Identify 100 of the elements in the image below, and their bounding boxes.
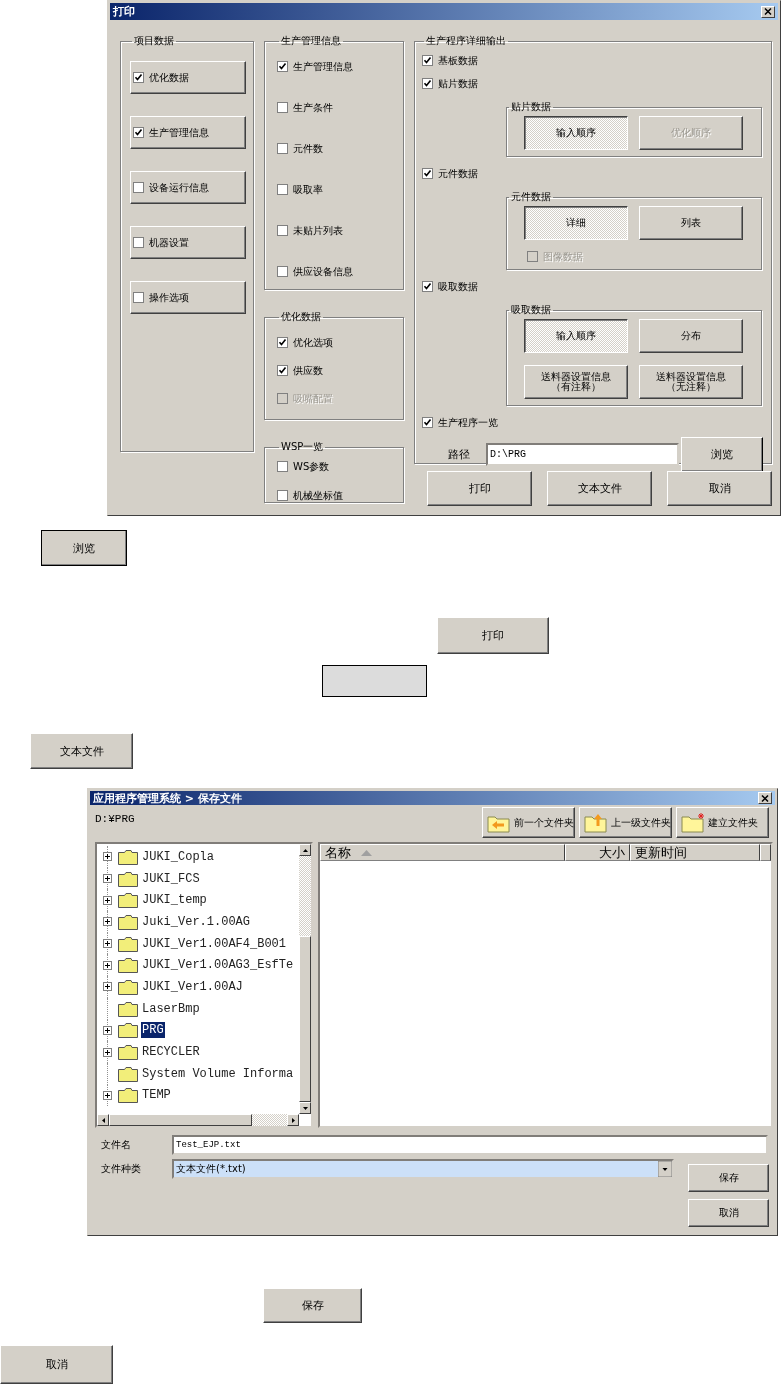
tree-item[interactable]: JUKI_Copla [141, 848, 215, 865]
expand-icon[interactable] [103, 1090, 112, 1100]
button[interactable]: 文本文件 [30, 733, 133, 769]
toggle-button[interactable]: 送料器设置信息（无注释） [639, 365, 743, 399]
toolbar-button[interactable]: 建立文件夹 [676, 807, 769, 838]
dialog-button[interactable]: 保存 [688, 1164, 769, 1192]
option-button[interactable]: 操作选项 [130, 281, 246, 314]
button[interactable]: 取消 [0, 1345, 113, 1384]
checkbox-label[interactable]: 基板数据 [438, 53, 478, 68]
dialog-button[interactable]: 文本文件 [547, 471, 652, 506]
checkbox-label[interactable]: 生产管理信息 [293, 59, 353, 74]
path-field[interactable]: D:\PRG [486, 443, 679, 466]
expand-icon[interactable] [103, 917, 112, 927]
scroll-down-icon[interactable] [302, 1106, 308, 1110]
checkbox-label[interactable]: 生产程序一览 [438, 415, 498, 430]
option-button[interactable]: 设备运行信息 [130, 171, 246, 204]
tree-item[interactable]: LaserBmp [141, 1000, 201, 1017]
scroll-up-icon[interactable] [302, 848, 308, 852]
tree-item[interactable]: RECYCLER [141, 1044, 201, 1061]
expand-icon[interactable] [103, 939, 112, 949]
checkbox[interactable] [422, 281, 433, 292]
column-header[interactable]: 更新时间 [630, 844, 760, 861]
checkbox-label[interactable]: WS参数 [293, 459, 330, 474]
file-name-field[interactable]: Test_EJP.txt [172, 1135, 768, 1155]
toggle-button[interactable]: 列表 [639, 206, 743, 240]
column-header[interactable]: 大小 [565, 844, 630, 861]
scroll-left-icon[interactable] [101, 1117, 105, 1123]
checkbox[interactable] [133, 72, 144, 83]
toggle-button[interactable]: 分布 [639, 319, 743, 353]
expand-icon[interactable] [103, 874, 112, 884]
tree-item[interactable]: JUKI_Ver1.00AG3_EsfTe [141, 957, 295, 974]
file-type-dropdown[interactable]: 文本文件(*.txt) [172, 1159, 674, 1179]
checkbox[interactable] [277, 61, 288, 72]
dialog-button[interactable]: 打印 [427, 471, 532, 506]
column-header[interactable]: 名称 [320, 844, 565, 861]
scrollbar[interactable] [299, 844, 311, 1114]
expand-icon[interactable] [103, 1025, 112, 1035]
checkbox-label[interactable]: 吸取数据 [438, 279, 478, 294]
dialog-button[interactable]: 取消 [667, 471, 772, 506]
toggle-button[interactable]: 送料器设置信息（有注释） [524, 365, 628, 399]
close-button[interactable] [758, 792, 772, 804]
tree-item[interactable]: JUKI_temp [141, 892, 208, 909]
checkbox[interactable] [422, 78, 433, 89]
checkbox[interactable] [277, 102, 288, 113]
expand-icon[interactable] [103, 1047, 112, 1057]
button[interactable]: 打印 [437, 617, 549, 654]
checkbox[interactable] [133, 182, 144, 193]
checkbox[interactable] [277, 461, 288, 472]
toggle-button[interactable]: 详细 [524, 206, 628, 240]
expand-icon[interactable] [103, 852, 112, 862]
checkbox[interactable] [277, 143, 288, 154]
option-button[interactable]: 机器设置 [130, 226, 246, 259]
column-header[interactable] [760, 844, 771, 861]
checkbox[interactable] [277, 184, 288, 195]
expand-icon[interactable] [103, 982, 112, 992]
checkbox[interactable] [422, 55, 433, 66]
scroll-right-icon[interactable] [291, 1117, 295, 1123]
toolbar-button[interactable]: 上一级文件夹 [579, 807, 672, 838]
checkbox[interactable] [133, 237, 144, 248]
dialog-button[interactable]: 取消 [688, 1199, 769, 1227]
checkbox[interactable] [422, 417, 433, 428]
checkbox[interactable] [133, 127, 144, 138]
checkbox[interactable] [422, 168, 433, 179]
expand-icon[interactable] [103, 960, 112, 970]
checkbox-label[interactable]: 机械坐标值 [293, 488, 343, 503]
checkbox-label[interactable]: 未贴片列表 [293, 223, 343, 238]
checkbox-label[interactable]: 吸取率 [293, 182, 323, 197]
browse-button[interactable]: 浏览 [681, 437, 763, 472]
folder-icon [118, 935, 138, 952]
checkbox[interactable] [277, 490, 288, 501]
scrollbar[interactable] [97, 1114, 299, 1126]
toggle-button[interactable]: 输入顺序 [524, 116, 628, 150]
checkbox-label[interactable]: 贴片数据 [438, 76, 478, 91]
checkbox[interactable] [277, 266, 288, 277]
checkbox-label[interactable]: 元件数据 [438, 166, 478, 181]
blank-button[interactable] [322, 665, 427, 697]
tree-item[interactable]: JUKI_Ver1.00AF4_B001 [141, 935, 288, 952]
tree-item[interactable]: TEMP [141, 1087, 172, 1104]
checkbox[interactable] [277, 365, 288, 376]
checkbox-label[interactable]: 元件数 [293, 141, 323, 156]
tree-item[interactable]: Juki_Ver.1.00AG [141, 913, 252, 930]
checkbox-label[interactable]: 供应数 [293, 363, 323, 378]
checkbox[interactable] [277, 337, 288, 348]
tree-item[interactable]: JUKI_Ver1.00AJ [141, 978, 244, 995]
tree-item[interactable]: System Volume Informa [141, 1065, 295, 1082]
checkbox-label[interactable]: 供应设备信息 [293, 264, 353, 279]
close-button[interactable] [761, 5, 775, 18]
option-button[interactable]: 优化数据 [130, 61, 246, 94]
checkbox[interactable] [277, 225, 288, 236]
expand-icon[interactable] [103, 895, 112, 905]
button[interactable]: 保存 [263, 1288, 362, 1323]
checkbox-label[interactable]: 生产条件 [293, 100, 333, 115]
tree-item[interactable]: JUKI_FCS [141, 870, 201, 887]
checkbox-label[interactable]: 优化选项 [293, 335, 333, 350]
toolbar-button[interactable]: 前一个文件夹 [482, 807, 575, 838]
tree-item[interactable]: PRG [141, 1022, 165, 1039]
option-button[interactable]: 生产管理信息 [130, 116, 246, 149]
button[interactable]: 浏览 [41, 530, 127, 566]
checkbox[interactable] [133, 292, 144, 303]
toggle-button[interactable]: 输入顺序 [524, 319, 628, 353]
